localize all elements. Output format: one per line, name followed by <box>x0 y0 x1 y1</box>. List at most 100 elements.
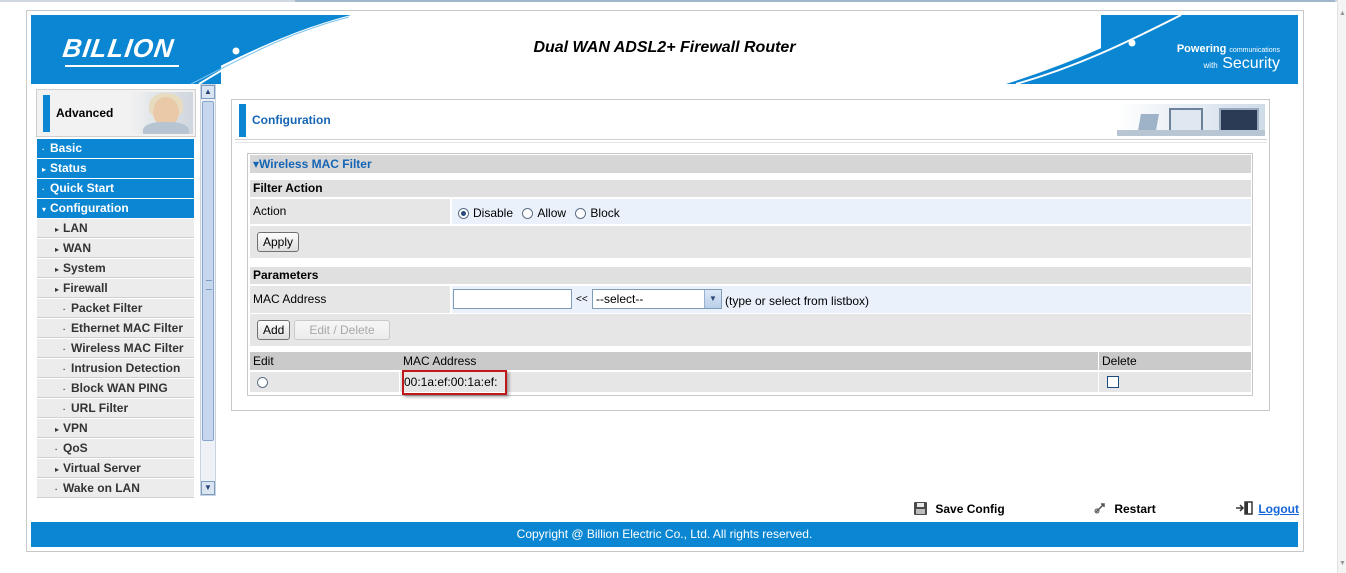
sidebar-item-marker-icon: · <box>42 145 45 154</box>
sidebar-item-vpn[interactable]: ▸ VPN <box>37 419 194 438</box>
scroll-down-icon[interactable]: ▼ <box>201 481 215 495</box>
sidebar-item-marker-icon: ▸ <box>55 265 60 274</box>
row-delete-checkbox[interactable] <box>1107 376 1119 388</box>
tagline-powering: Powering <box>1176 43 1227 55</box>
sidebar-item-label: Firewall <box>63 281 108 295</box>
sidebar-item-marker-icon: · <box>55 445 58 454</box>
column-header-delete: Delete <box>1099 352 1251 370</box>
restart-button[interactable]: Restart <box>1093 500 1156 518</box>
tagline-communications: communications <box>1229 47 1280 54</box>
tagline-security: Security <box>1222 55 1280 72</box>
scroll-up-icon[interactable]: ▲ <box>1339 10 1346 17</box>
copy-separator: << <box>576 294 588 305</box>
brand-underline <box>65 65 179 67</box>
page-scrollbar[interactable]: ▲ ▼ <box>1337 0 1346 573</box>
floppy-disk-icon <box>914 502 927 515</box>
add-button[interactable]: Add <box>257 320 291 340</box>
radio-allow-label: Allow <box>537 206 567 220</box>
sidebar-item-packet-filter[interactable]: · Packet Filter <box>37 299 194 318</box>
sidebar-item-status[interactable]: ▸ Status <box>37 159 194 178</box>
table-row: 00:1a:ef:00:1a:ef: <box>250 372 1251 392</box>
office-photo <box>1117 104 1265 136</box>
sidebar-item-wake-on-lan[interactable]: · Wake on LAN <box>37 479 194 498</box>
sidebar-item-basic[interactable]: · Basic <box>37 139 194 158</box>
mac-address-row: MAC Address << --select-- ▼ (type or sel… <box>250 286 1251 313</box>
sidebar-item-marker-icon: · <box>42 185 45 194</box>
sidebar-item-quick-start[interactable]: · Quick Start <box>37 179 194 198</box>
action-options: Disable Allow Block <box>452 199 1251 224</box>
scroll-down-icon[interactable]: ▼ <box>1339 560 1346 567</box>
sidebar-item-lan[interactable]: ▸ LAN <box>37 219 194 238</box>
sidebar-item-label: Quick Start <box>50 181 115 195</box>
divider <box>235 142 1267 143</box>
column-header-edit: Edit <box>250 352 400 370</box>
logout-link[interactable]: Logout <box>1258 502 1299 516</box>
row-edit-radio[interactable] <box>257 377 268 388</box>
sidebar-item-label: VPN <box>63 421 88 435</box>
sidebar-item-marker-icon: ▸ <box>55 465 60 474</box>
sidebar-item-marker-icon: · <box>63 325 66 334</box>
sidebar-item-marker-icon: ▸ <box>55 425 60 434</box>
radio-allow[interactable] <box>522 208 534 219</box>
sidebar-item-wan[interactable]: ▸ WAN <box>37 239 194 258</box>
sidebar-item-label: Status <box>50 161 87 175</box>
sidebar-item-marker-icon: ▸ <box>55 285 60 294</box>
sidebar-scrollbar[interactable]: ▲ ▼ <box>200 84 216 496</box>
add-row: Add Edit / Delete <box>250 314 1251 346</box>
table-header: Edit MAC Address Delete <box>250 352 1251 370</box>
sidebar-item-label: WAN <box>63 241 91 255</box>
radio-block[interactable] <box>575 208 587 219</box>
sidebar-item-marker-icon: ▸ <box>55 245 60 254</box>
filter-action-heading: Filter Action <box>250 180 1251 197</box>
sidebar-item-ethernet-mac-filter[interactable]: · Ethernet MAC Filter <box>37 319 194 338</box>
sidebar-item-label: QoS <box>63 441 88 455</box>
top-border-accent <box>295 0 1335 2</box>
sidebar-item-label: URL Filter <box>71 401 129 415</box>
config-accent-bar <box>239 104 246 137</box>
sidebar-item-marker-icon: · <box>55 485 58 494</box>
divider <box>235 139 1267 140</box>
section-title[interactable]: ▾Wireless MAC Filter <box>250 155 1251 173</box>
sidebar-item-marker-icon: ▸ <box>55 225 60 234</box>
logout-button[interactable]: Logout <box>1235 500 1299 518</box>
sidebar-item-system[interactable]: ▸ System <box>37 259 194 278</box>
header-banner: BILLION Dual WAN ADSL2+ Firewall Router … <box>31 15 1298 84</box>
radio-disable[interactable] <box>458 208 469 219</box>
sidebar-item-firewall[interactable]: ▸ Firewall <box>37 279 194 298</box>
sidebar-item-wireless-mac-filter[interactable]: · Wireless MAC Filter <box>37 339 194 358</box>
radio-block-label: Block <box>590 206 620 220</box>
sidebar-item-block-wan-ping[interactable]: · Block WAN PING <box>37 379 194 398</box>
action-label: Action <box>250 199 450 224</box>
advanced-mode-panel: Advanced <box>36 89 196 137</box>
scroll-up-icon[interactable]: ▲ <box>201 85 215 99</box>
sidebar-item-url-filter[interactable]: · URL Filter <box>37 399 194 418</box>
table-cell-edit <box>250 372 399 392</box>
restart-label: Restart <box>1114 502 1156 516</box>
sidebar-item-intrusion-detection[interactable]: · Intrusion Detection <box>37 359 194 378</box>
mac-address-select[interactable]: --select-- ▼ <box>592 289 722 309</box>
sidebar-item-label: Packet Filter <box>71 301 143 315</box>
radio-disable-label: Disable <box>473 206 514 220</box>
apply-button[interactable]: Apply <box>257 232 300 252</box>
sidebar-item-label: Intrusion Detection <box>71 361 181 375</box>
router-title: Dual WAN ADSL2+ Firewall Router <box>533 39 796 56</box>
sidebar-item-qos[interactable]: · QoS <box>37 439 194 458</box>
sidebar-item-virtual-server[interactable]: ▸ Virtual Server <box>37 459 194 478</box>
advanced-photo <box>129 92 193 134</box>
sidebar-item-label: LAN <box>63 221 88 235</box>
logout-icon <box>1235 501 1255 515</box>
sidebar-scroll-thumb[interactable] <box>202 101 214 441</box>
sidebar-item-configuration[interactable]: ▾ Configuration <box>37 199 194 218</box>
radio-group-action: Disable Allow Block <box>458 206 626 220</box>
mac-address-label: MAC Address <box>250 286 450 313</box>
mac-address-input[interactable] <box>453 289 572 309</box>
highlight-box <box>402 370 507 395</box>
save-config-label: Save Config <box>935 502 1005 516</box>
sidebar-item-marker-icon: · <box>63 405 66 414</box>
mac-address-hint: (type or select from listbox) <box>725 294 870 308</box>
chevron-down-icon[interactable]: ▼ <box>704 290 721 308</box>
sidebar-item-label: Wake on LAN <box>63 481 140 495</box>
save-config-button[interactable]: Save Config <box>914 500 1005 518</box>
apply-row: Apply <box>250 226 1251 258</box>
sidebar-nav: · Basic ▸ Status · Quick Start ▾ Configuration ▸… <box>37 139 194 499</box>
